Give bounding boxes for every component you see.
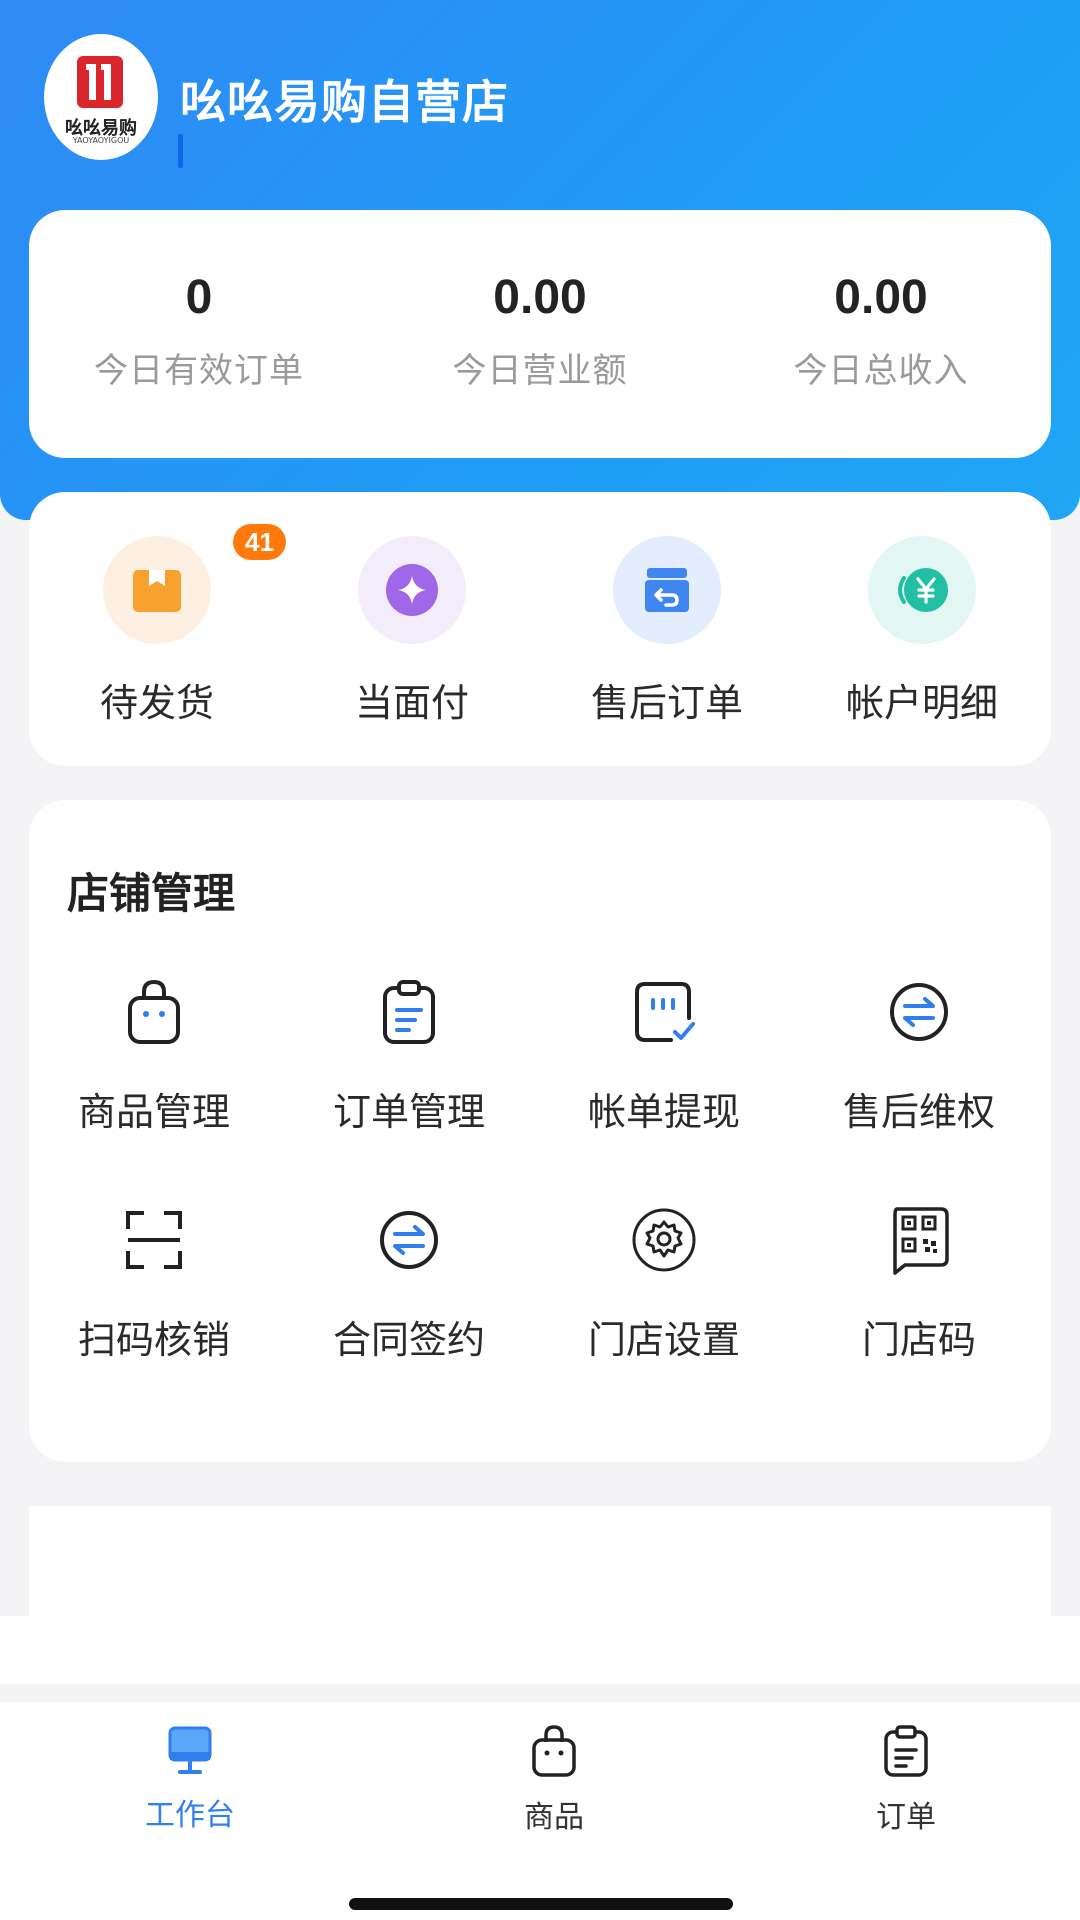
stat-valid-orders[interactable]: 0 今日有效订单 xyxy=(29,210,369,458)
section-title: 店铺管理 xyxy=(67,869,236,918)
quick-label: 售后订单 xyxy=(590,681,743,725)
quick-pending-shipment[interactable]: 41 待发货 xyxy=(42,524,286,736)
tab-label: 订单 xyxy=(876,1800,936,1835)
return-box-icon xyxy=(613,536,721,644)
manage-store-code[interactable]: 门店码 xyxy=(794,1204,1044,1364)
quick-actions-card: 41 待发货 当面付 售后订单 帐户明细 xyxy=(29,492,1051,766)
qr-code-icon xyxy=(883,1204,955,1275)
stat-value: 0.00 xyxy=(834,271,928,324)
tab-workbench[interactable]: 工作台 xyxy=(80,1724,300,1844)
store-management-card: 店铺管理 商品管理 订单管理 帐单提现 售后维权 扫码核销 合同签约 门店设置 … xyxy=(29,800,1051,1462)
manage-orders[interactable]: 订单管理 xyxy=(284,976,534,1136)
bottom-tab-bar: 工作台 商品 订单 xyxy=(0,1702,1080,1920)
quick-account-details[interactable]: 帐户明细 xyxy=(807,536,1037,736)
tab-orders[interactable]: 订单 xyxy=(796,1724,1016,1844)
clipboard-icon xyxy=(373,976,445,1047)
manage-label: 门店码 xyxy=(861,1318,976,1362)
manage-label: 商品管理 xyxy=(77,1090,230,1134)
shopping-bag-icon xyxy=(118,976,190,1047)
manage-scan-verify[interactable]: 扫码核销 xyxy=(29,1204,279,1364)
home-indicator[interactable] xyxy=(349,1898,733,1910)
yuan-icon xyxy=(868,536,976,644)
quick-after-sales-orders[interactable]: 售后订单 xyxy=(552,536,782,736)
stat-turnover[interactable]: 0.00 今日营业额 xyxy=(370,210,710,458)
manage-label: 售后维权 xyxy=(842,1090,995,1134)
bill-check-icon xyxy=(628,976,700,1047)
stat-value: 0 xyxy=(185,271,213,324)
scan-icon xyxy=(118,1204,190,1275)
monitor-icon xyxy=(166,1724,214,1780)
quick-label: 当面付 xyxy=(354,681,469,725)
stat-label: 今日有效订单 xyxy=(94,351,304,391)
manage-contract-signing[interactable]: 合同签约 xyxy=(284,1204,534,1364)
text-cursor xyxy=(178,134,183,168)
manage-store-settings[interactable]: 门店设置 xyxy=(539,1204,789,1364)
content-divider xyxy=(0,1616,1080,1684)
empty-content-card xyxy=(29,1506,1051,1616)
stat-label: 今日总收入 xyxy=(793,351,969,391)
package-icon: 41 xyxy=(103,524,286,644)
manage-label: 合同签约 xyxy=(332,1318,485,1362)
manage-after-sales-rights[interactable]: 售后维权 xyxy=(794,976,1044,1136)
manage-label: 订单管理 xyxy=(332,1090,485,1134)
manage-bill-withdraw[interactable]: 帐单提现 xyxy=(539,976,789,1136)
stat-total-income[interactable]: 0.00 今日总收入 xyxy=(711,210,1051,458)
stat-value: 0.00 xyxy=(493,271,587,324)
shopping-bag-icon xyxy=(530,1724,578,1782)
tab-label: 工作台 xyxy=(145,1798,235,1833)
exchange-icon xyxy=(373,1204,445,1275)
gear-icon xyxy=(628,1204,700,1275)
tab-label: 商品 xyxy=(524,1800,584,1835)
manage-label: 门店设置 xyxy=(587,1318,740,1362)
pending-count-badge: 41 xyxy=(233,524,286,560)
tab-products[interactable]: 商品 xyxy=(444,1724,664,1844)
manage-label: 扫码核销 xyxy=(77,1318,230,1362)
shop-name: 吆吆易购自营店 xyxy=(180,75,509,129)
quick-label: 待发货 xyxy=(99,681,214,725)
logo-subtext: YAOYAOYIGOU xyxy=(72,136,130,145)
today-stats-card: 0 今日有效订单 0.00 今日营业额 0.00 今日总收入 xyxy=(29,210,1051,458)
manage-products[interactable]: 商品管理 xyxy=(29,976,279,1136)
diamond-coin-icon xyxy=(358,536,466,644)
exchange-icon xyxy=(883,976,955,1047)
quick-label: 帐户明细 xyxy=(845,681,998,725)
clipboard-icon xyxy=(882,1724,930,1782)
stat-label: 今日营业额 xyxy=(452,351,628,391)
quick-face-pay[interactable]: 当面付 xyxy=(297,536,527,736)
shop-logo[interactable]: 吆吆易购 YAOYAOYIGOU xyxy=(44,34,158,160)
manage-label: 帐单提现 xyxy=(587,1090,740,1134)
